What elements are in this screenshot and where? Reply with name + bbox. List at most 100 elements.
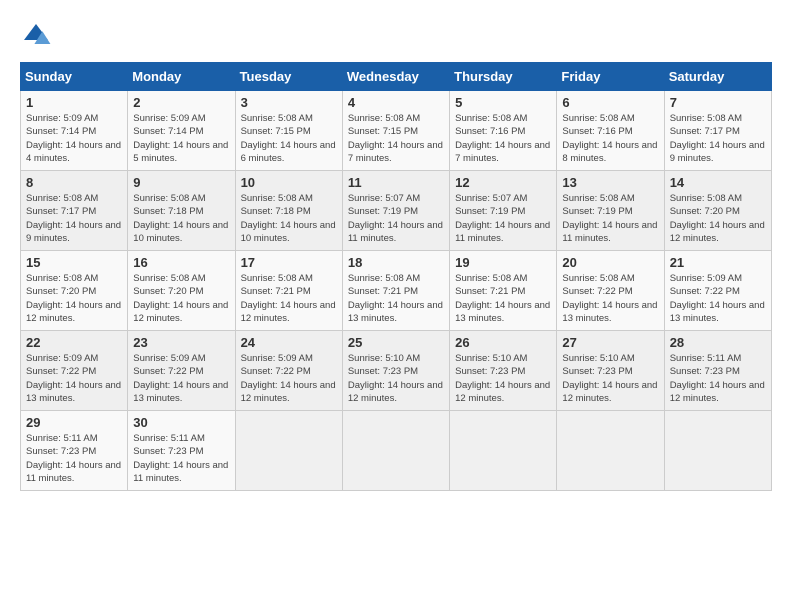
day-info: Sunrise: 5:08 AMSunset: 7:15 PMDaylight:… — [348, 112, 444, 165]
day-number: 22 — [26, 335, 122, 350]
calendar-cell: 12 Sunrise: 5:07 AMSunset: 7:19 PMDayligh… — [450, 171, 557, 251]
calendar-cell — [664, 411, 771, 491]
calendar-cell: 26 Sunrise: 5:10 AMSunset: 7:23 PMDayligh… — [450, 331, 557, 411]
day-info: Sunrise: 5:08 AMSunset: 7:21 PMDaylight:… — [241, 272, 337, 325]
calendar-week-1: 1 Sunrise: 5:09 AMSunset: 7:14 PMDaylight… — [21, 91, 772, 171]
day-number: 4 — [348, 95, 444, 110]
logo — [20, 20, 56, 52]
day-number: 6 — [562, 95, 658, 110]
day-number: 11 — [348, 175, 444, 190]
calendar-cell: 13Sunrise: 5:08 AMSunset: 7:19 PMDayligh… — [557, 171, 664, 251]
day-number: 5 — [455, 95, 551, 110]
day-info: Sunrise: 5:07 AMSunset: 7:19 PMDaylight:… — [455, 192, 551, 245]
calendar-cell: 30 Sunrise: 5:11 AMSunset: 7:23 PMDayligh… — [128, 411, 235, 491]
calendar-week-5: 29 Sunrise: 5:11 AMSunset: 7:23 PMDayligh… — [21, 411, 772, 491]
calendar-cell: 27Sunrise: 5:10 AMSunset: 7:23 PMDayligh… — [557, 331, 664, 411]
day-info: Sunrise: 5:09 AMSunset: 7:22 PMDaylight:… — [670, 272, 766, 325]
calendar-cell: 24 Sunrise: 5:09 AMSunset: 7:22 PMDayligh… — [235, 331, 342, 411]
day-number: 30 — [133, 415, 229, 430]
day-number: 19 — [455, 255, 551, 270]
calendar-cell: 2Sunrise: 5:09 AMSunset: 7:14 PMDaylight… — [128, 91, 235, 171]
day-info: Sunrise: 5:08 AMSunset: 7:21 PMDaylight:… — [455, 272, 551, 325]
header-monday: Monday — [128, 63, 235, 91]
day-number: 15 — [26, 255, 122, 270]
calendar-cell: 19 Sunrise: 5:08 AMSunset: 7:21 PMDayligh… — [450, 251, 557, 331]
calendar-table: SundayMondayTuesdayWednesdayThursdayFrid… — [20, 62, 772, 491]
day-number: 21 — [670, 255, 766, 270]
day-number: 3 — [241, 95, 337, 110]
day-info: Sunrise: 5:07 AMSunset: 7:19 PMDaylight:… — [348, 192, 444, 245]
day-info: Sunrise: 5:09 AMSunset: 7:22 PMDaylight:… — [26, 352, 122, 405]
day-info: Sunrise: 5:11 AMSunset: 7:23 PMDaylight:… — [26, 432, 122, 485]
page-header — [20, 20, 772, 52]
day-info: Sunrise: 5:08 AMSunset: 7:17 PMDaylight:… — [26, 192, 122, 245]
calendar-cell: 29 Sunrise: 5:11 AMSunset: 7:23 PMDayligh… — [21, 411, 128, 491]
calendar-cell: 3 Sunrise: 5:08 AMSunset: 7:15 PMDaylight… — [235, 91, 342, 171]
calendar-cell: 11 Sunrise: 5:07 AMSunset: 7:19 PMDayligh… — [342, 171, 449, 251]
calendar-cell: 7 Sunrise: 5:08 AMSunset: 7:17 PMDaylight… — [664, 91, 771, 171]
day-number: 29 — [26, 415, 122, 430]
calendar-cell: 28Sunrise: 5:11 AMSunset: 7:23 PMDayligh… — [664, 331, 771, 411]
calendar-cell: 15 Sunrise: 5:08 AMSunset: 7:20 PMDayligh… — [21, 251, 128, 331]
calendar-cell: 6Sunrise: 5:08 AMSunset: 7:16 PMDaylight… — [557, 91, 664, 171]
day-number: 18 — [348, 255, 444, 270]
calendar-cell: 21 Sunrise: 5:09 AMSunset: 7:22 PMDayligh… — [664, 251, 771, 331]
calendar-cell: 16 Sunrise: 5:08 AMSunset: 7:20 PMDayligh… — [128, 251, 235, 331]
day-number: 7 — [670, 95, 766, 110]
day-info: Sunrise: 5:08 AMSunset: 7:20 PMDaylight:… — [670, 192, 766, 245]
calendar-week-4: 22 Sunrise: 5:09 AMSunset: 7:22 PMDayligh… — [21, 331, 772, 411]
calendar-cell: 9 Sunrise: 5:08 AMSunset: 7:18 PMDaylight… — [128, 171, 235, 251]
header-wednesday: Wednesday — [342, 63, 449, 91]
day-info: Sunrise: 5:09 AMSunset: 7:22 PMDaylight:… — [241, 352, 337, 405]
day-number: 16 — [133, 255, 229, 270]
day-number: 24 — [241, 335, 337, 350]
day-info: Sunrise: 5:08 AMSunset: 7:18 PMDaylight:… — [133, 192, 229, 245]
day-info: Sunrise: 5:08 AMSunset: 7:18 PMDaylight:… — [241, 192, 337, 245]
day-info: Sunrise: 5:08 AMSunset: 7:20 PMDaylight:… — [133, 272, 229, 325]
calendar-cell — [235, 411, 342, 491]
day-info: Sunrise: 5:10 AMSunset: 7:23 PMDaylight:… — [562, 352, 658, 405]
day-info: Sunrise: 5:08 AMSunset: 7:20 PMDaylight:… — [26, 272, 122, 325]
calendar-cell — [342, 411, 449, 491]
calendar-cell — [557, 411, 664, 491]
calendar-cell: 23 Sunrise: 5:09 AMSunset: 7:22 PMDayligh… — [128, 331, 235, 411]
day-number: 8 — [26, 175, 122, 190]
day-number: 12 — [455, 175, 551, 190]
day-info: Sunrise: 5:11 AMSunset: 7:23 PMDaylight:… — [133, 432, 229, 485]
header-sunday: Sunday — [21, 63, 128, 91]
day-number: 25 — [348, 335, 444, 350]
calendar-cell: 10 Sunrise: 5:08 AMSunset: 7:18 PMDayligh… — [235, 171, 342, 251]
day-info: Sunrise: 5:09 AMSunset: 7:14 PMDaylight:… — [26, 112, 122, 165]
logo-icon — [20, 20, 52, 52]
day-info: Sunrise: 5:10 AMSunset: 7:23 PMDaylight:… — [348, 352, 444, 405]
calendar-week-2: 8 Sunrise: 5:08 AMSunset: 7:17 PMDaylight… — [21, 171, 772, 251]
day-number: 10 — [241, 175, 337, 190]
day-info: Sunrise: 5:10 AMSunset: 7:23 PMDaylight:… — [455, 352, 551, 405]
calendar-header-row: SundayMondayTuesdayWednesdayThursdayFrid… — [21, 63, 772, 91]
calendar-cell: 18 Sunrise: 5:08 AMSunset: 7:21 PMDayligh… — [342, 251, 449, 331]
calendar-cell: 5 Sunrise: 5:08 AMSunset: 7:16 PMDaylight… — [450, 91, 557, 171]
day-info: Sunrise: 5:08 AMSunset: 7:22 PMDaylight:… — [562, 272, 658, 325]
day-info: Sunrise: 5:09 AMSunset: 7:22 PMDaylight:… — [133, 352, 229, 405]
calendar-cell: 4 Sunrise: 5:08 AMSunset: 7:15 PMDaylight… — [342, 91, 449, 171]
day-number: 1 — [26, 95, 122, 110]
day-number: 13 — [562, 175, 658, 190]
header-friday: Friday — [557, 63, 664, 91]
header-tuesday: Tuesday — [235, 63, 342, 91]
day-info: Sunrise: 5:11 AMSunset: 7:23 PMDaylight:… — [670, 352, 766, 405]
day-info: Sunrise: 5:09 AMSunset: 7:14 PMDaylight:… — [133, 112, 229, 165]
calendar-cell: 22 Sunrise: 5:09 AMSunset: 7:22 PMDayligh… — [21, 331, 128, 411]
day-info: Sunrise: 5:08 AMSunset: 7:17 PMDaylight:… — [670, 112, 766, 165]
calendar-cell — [450, 411, 557, 491]
calendar-cell: 8 Sunrise: 5:08 AMSunset: 7:17 PMDaylight… — [21, 171, 128, 251]
calendar-week-3: 15 Sunrise: 5:08 AMSunset: 7:20 PMDayligh… — [21, 251, 772, 331]
day-info: Sunrise: 5:08 AMSunset: 7:16 PMDaylight:… — [455, 112, 551, 165]
calendar-cell: 14Sunrise: 5:08 AMSunset: 7:20 PMDayligh… — [664, 171, 771, 251]
day-number: 23 — [133, 335, 229, 350]
calendar-cell: 17Sunrise: 5:08 AMSunset: 7:21 PMDayligh… — [235, 251, 342, 331]
header-thursday: Thursday — [450, 63, 557, 91]
day-number: 9 — [133, 175, 229, 190]
day-info: Sunrise: 5:08 AMSunset: 7:21 PMDaylight:… — [348, 272, 444, 325]
day-info: Sunrise: 5:08 AMSunset: 7:15 PMDaylight:… — [241, 112, 337, 165]
day-number: 26 — [455, 335, 551, 350]
